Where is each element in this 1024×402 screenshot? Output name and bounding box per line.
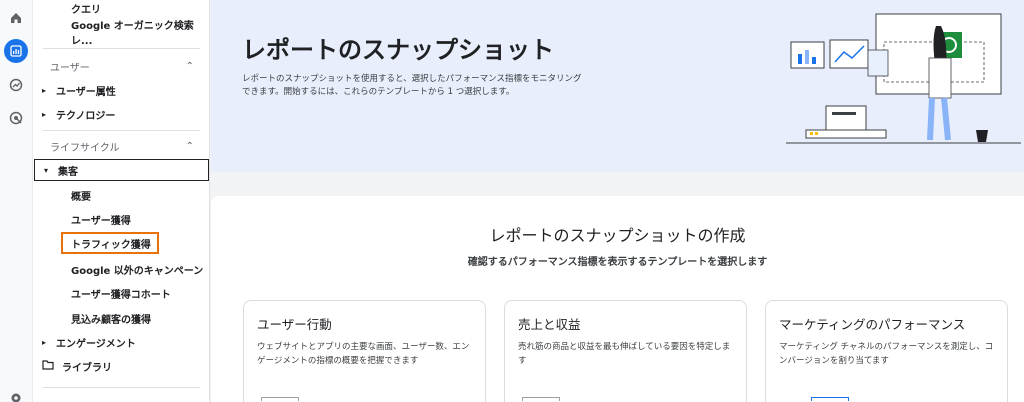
reports-icon[interactable] [4, 39, 28, 63]
sidebar-item-lead-acquisition[interactable]: 見込み顧客の獲得 [33, 307, 210, 329]
section-title: レポートのスナップショットの作成 [489, 226, 746, 245]
template-thumbnail [522, 397, 560, 401]
divider [43, 130, 200, 131]
sidebar-item-technology[interactable]: ▸ テクノロジー [33, 103, 210, 125]
sidebar-item-user-attributes[interactable]: ▸ ユーザー属性 [33, 79, 210, 101]
chevron-up-icon: ⌃ [185, 140, 194, 152]
template-thumbnail [261, 397, 299, 401]
divider [43, 48, 200, 49]
template-card-marketing-performance[interactable]: マーケティングのパフォーマンス マーケティング チャネルのパフォーマンスを測定し… [765, 300, 1008, 402]
hero-banner: レポートのスナップショット レポートのスナップショットを使用すると、選択したパフ… [211, 0, 1024, 172]
folder-icon [42, 360, 62, 372]
page-title: レポートのスナップショット [242, 36, 554, 64]
settings-icon[interactable] [4, 386, 28, 402]
divider [43, 387, 200, 388]
advertising-icon[interactable] [4, 106, 28, 130]
sidebar-item-acquisition[interactable]: ▾ 集客 [34, 159, 209, 181]
caret-right-icon: ▸ [42, 85, 47, 95]
template-card-user-behavior[interactable]: ユーザー行動 ウェブサイトとアプリの主要な画面、ユーザー数、エンゲージメントの指… [243, 300, 486, 402]
section-subtitle: 確認するパフォーマンス指標を表示するテンプレートを選択します [467, 257, 768, 268]
section-user[interactable]: ユーザー ⌃ [33, 55, 210, 77]
chevron-up-icon: ⌃ [185, 60, 194, 72]
sidebar-item-library[interactable]: ライブラリ [33, 355, 210, 377]
highlight-box [61, 232, 159, 254]
sidebar-item-overview[interactable]: 概要 [33, 184, 210, 206]
caret-down-icon: ▾ [44, 165, 49, 175]
analytics-illustration [786, 13, 1021, 144]
section-lifecycle[interactable]: ライフサイクル ⌃ [33, 135, 210, 157]
snapshot-creation-panel: レポートのスナップショットの作成 確認するパフォーマンス指標を表示するテンプレー… [211, 196, 1024, 402]
sidebar-item-google-organic[interactable]: Google オーガニック検索レ... [33, 21, 210, 47]
template-card-sales-revenue[interactable]: 売上と収益 売れ筋の商品と収益を最も伸ばしている要因を特定します [504, 300, 747, 402]
report-sidebar: クエリ Google オーガニック検索レ... ユーザー ⌃ ▸ ユーザー属性 … [33, 0, 210, 402]
sidebar-item-acquisition-cohort[interactable]: ユーザー獲得コホート [33, 282, 210, 304]
home-icon[interactable] [4, 6, 28, 30]
caret-right-icon: ▸ [42, 109, 47, 119]
template-thumbnail [811, 397, 849, 401]
hero-description: レポートのスナップショットを使用すると、選択したパフォーマンス指標をモニタリング… [242, 74, 582, 98]
explore-icon[interactable] [4, 73, 28, 97]
sidebar-item-user-acquisition[interactable]: ユーザー獲得 [33, 208, 210, 230]
sidebar-item-engagement[interactable]: ▸ エンゲージメント [33, 331, 210, 353]
sidebar-item-non-google-campaigns[interactable]: Google 以外のキャンペーン [33, 258, 210, 280]
left-nav-rail [0, 0, 33, 402]
caret-right-icon: ▸ [42, 337, 47, 347]
